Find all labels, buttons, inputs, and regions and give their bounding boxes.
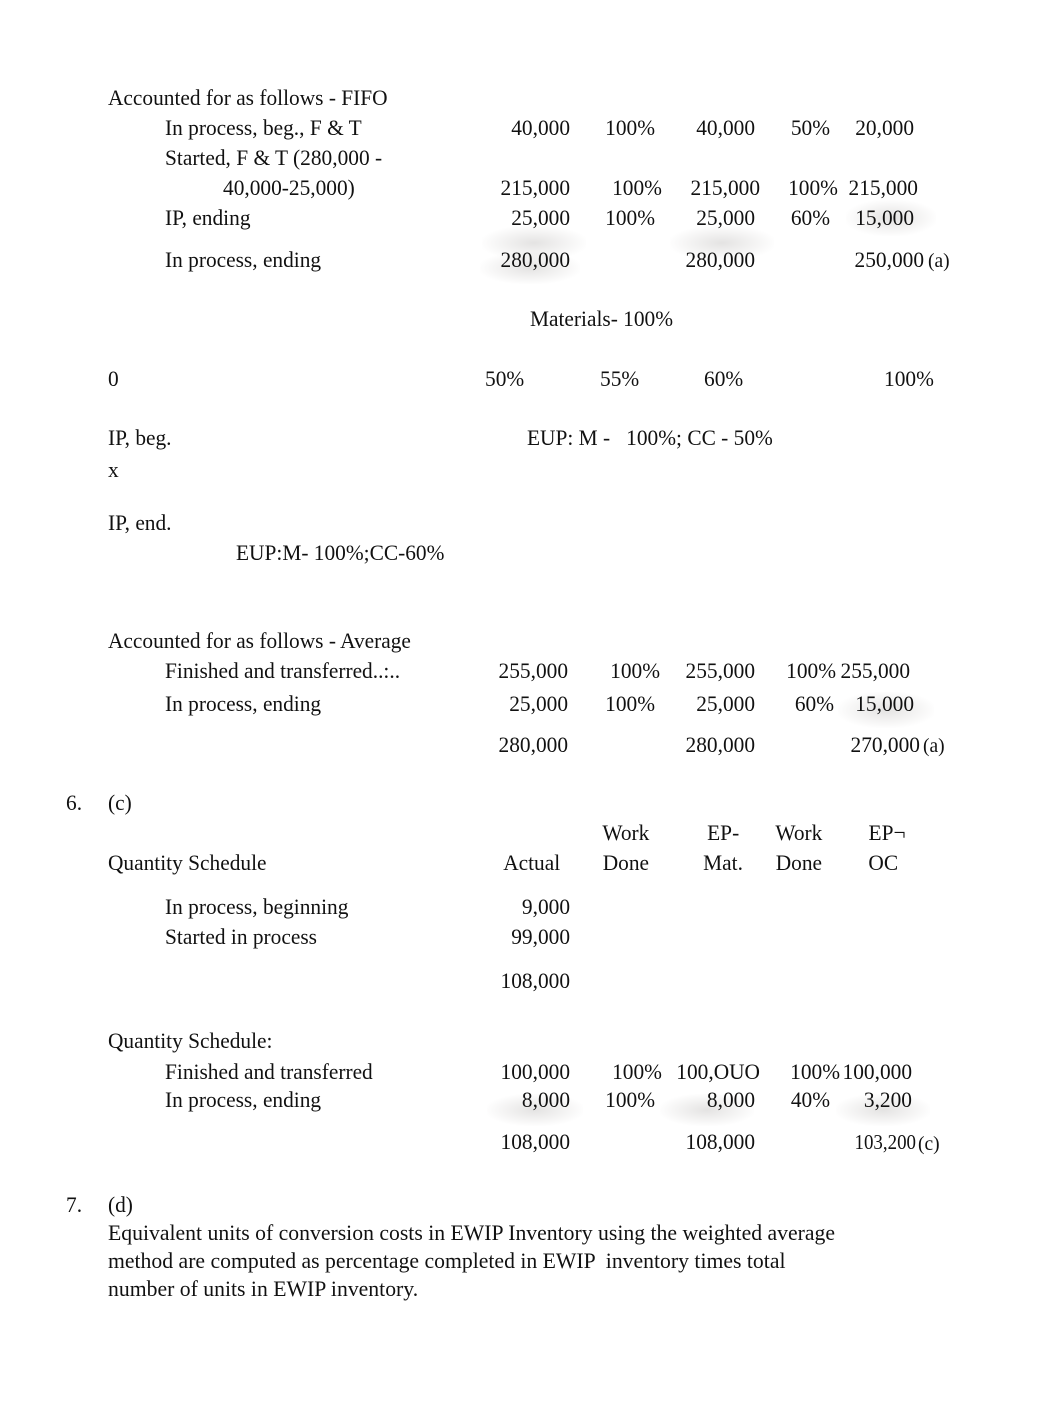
ip-beg-label: IP, beg. [108, 425, 172, 450]
scale-tick-50: 50% [485, 366, 525, 391]
average-total-actual: 280,000 [498, 732, 568, 757]
item6-row2-label: In process, ending [165, 1087, 322, 1112]
item6-total-actual: 108,000 [500, 1129, 570, 1154]
item6-header-ep-mat: EP- [707, 820, 740, 845]
scale-tick-0: 0 [108, 366, 119, 391]
fifo-row-ep-cc: 215,000 [848, 175, 918, 200]
item6-total-ep-mat: 108,000 [685, 1129, 755, 1154]
item6-header-work-done-2: Work [775, 820, 823, 845]
item6-subtotal-actual: 108,000 [500, 968, 570, 993]
item6-header-work-done-1: Work [602, 820, 650, 845]
item6-header-actual: Actual [503, 850, 561, 875]
item6-row-label: Started in process [165, 924, 317, 949]
fifo-row-label-cont: 40,000-25,000) [223, 175, 355, 200]
ip-beg-eup: EUP: M - 100%; CC - 50% [527, 425, 773, 450]
average-total-ep-cc: 270,000 [850, 732, 920, 757]
average-row-ep-cc: 255,000 [840, 658, 910, 683]
average-total-ep-mat: 280,000 [685, 732, 755, 757]
item6-row-actual: 99,000 [511, 924, 570, 949]
materials-note: Materials- 100% [530, 306, 674, 331]
fifo-total-ep-mat: 280,000 [685, 247, 755, 272]
fifo-row-label: In process, beg., F & T [165, 115, 362, 140]
average-heading: Accounted for as follows - Average [108, 628, 411, 653]
fifo-row-label: IP, ending [165, 205, 251, 230]
average-row-label: In process, ending [165, 691, 322, 716]
fifo-row-ep-cc: 20,000 [855, 115, 914, 140]
x-marker: x [108, 457, 119, 482]
item6-row2-ep-cc: 3,200 [863, 1087, 912, 1112]
fifo-row-ep-cc: 15,000 [855, 205, 914, 230]
item6-header-ep-oc-b: OC [868, 850, 899, 875]
average-row-actual: 255,000 [498, 658, 568, 683]
item6-row-actual: 9,000 [521, 894, 570, 919]
fifo-total-note: (a) [928, 250, 950, 272]
average-row-label: Finished and transferred..:.. [165, 658, 401, 683]
scale-tick-60: 60% [704, 366, 744, 391]
item6-total-note: (c) [918, 1133, 940, 1155]
item6-header-work-done-2-b: Done [775, 850, 823, 875]
fifo-total-ep-cc: 250,000 [854, 247, 924, 272]
average-row-actual: 25,000 [509, 691, 568, 716]
document-page: Accounted for as follows - FIFO In proce… [0, 0, 1062, 1425]
item6-row-label: In process, beginning [165, 894, 349, 919]
ip-end-eup: EUP:M- 100%;CC-60% [236, 540, 445, 565]
average-row-ep-cc: 15,000 [855, 691, 914, 716]
item7-paragraph-line1: Equivalent units of conversion costs in … [108, 1220, 835, 1245]
item6-row2-ep-cc: 100,000 [842, 1059, 912, 1084]
item6-schedule2-title: Quantity Schedule: [108, 1028, 273, 1053]
item6-number: 6. [66, 790, 83, 815]
item6-schedule-title: Quantity Schedule [108, 850, 267, 875]
fifo-row-label: Started, F & T (280,000 - [165, 145, 383, 170]
item6-header-ep-mat-b: Mat. [703, 850, 743, 875]
item7-number: 7. [66, 1192, 83, 1217]
item6-header-ep-oc: EP¬ [868, 820, 906, 845]
ip-end-label: IP, end. [108, 510, 172, 535]
item7-paragraph-line2: method are computed as percentage comple… [108, 1248, 786, 1273]
item6-answer: (c) [108, 790, 132, 815]
scale-tick-100: 100% [884, 366, 934, 391]
item7-answer: (d) [108, 1192, 133, 1217]
item6-row2-label: Finished and transferred [165, 1059, 373, 1084]
fifo-total-actual: 280,000 [500, 247, 570, 272]
scale-tick-55: 55% [600, 366, 640, 391]
average-total-note: (a) [923, 735, 945, 757]
item7-paragraph-line3: number of units in EWIP inventory. [108, 1276, 419, 1301]
fifo-heading: Accounted for as follows - FIFO [108, 85, 388, 110]
fifo-total-label: In process, ending [165, 247, 322, 272]
item6-header-work-done-1-b: Done [602, 850, 650, 875]
item6-total-ep-cc: 103,200 [854, 1130, 916, 1154]
